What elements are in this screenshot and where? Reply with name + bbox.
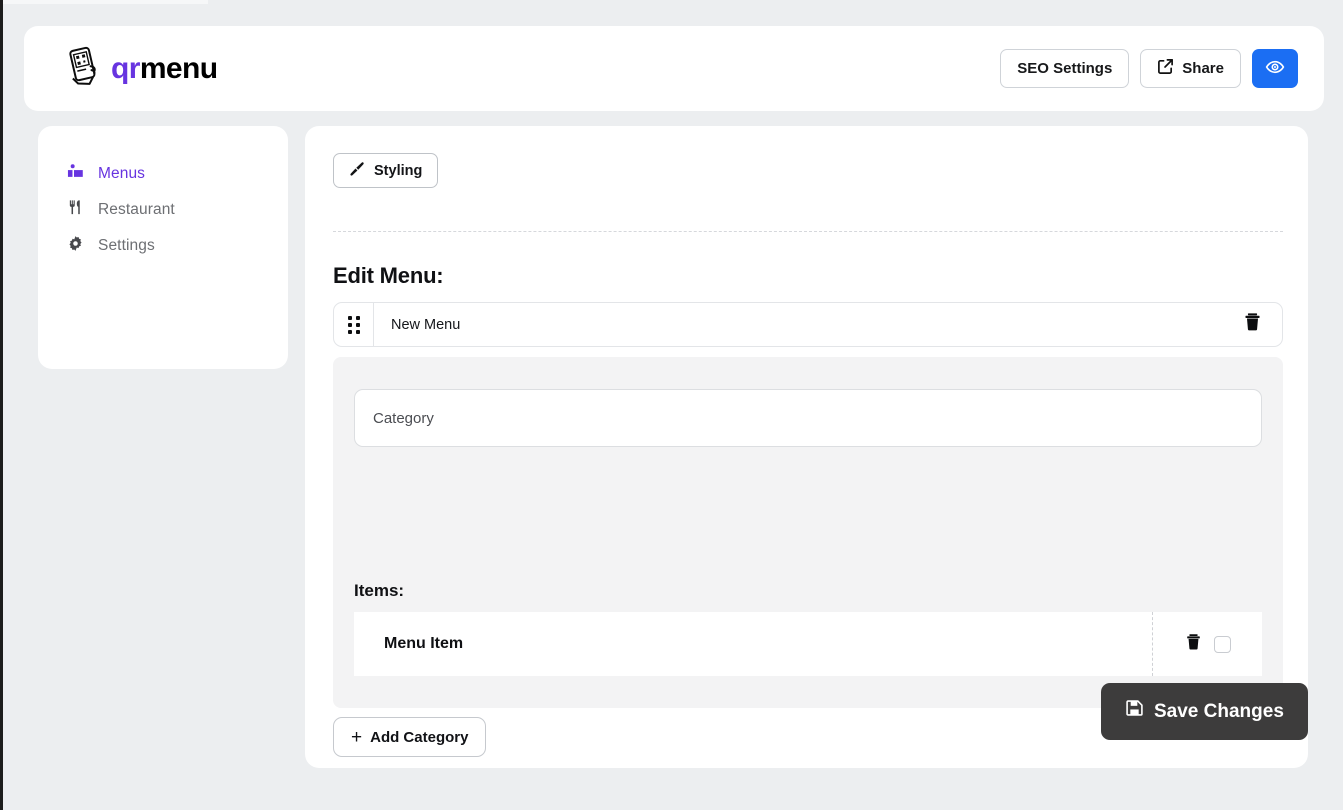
seo-settings-button[interactable]: SEO Settings — [1000, 49, 1130, 88]
trash-icon — [1243, 312, 1262, 337]
sidebar-item-settings[interactable]: Settings — [38, 228, 288, 264]
sidebar-item-menus[interactable]: Menus — [38, 156, 288, 192]
external-link-icon — [1157, 58, 1174, 79]
brand-menu: menu — [139, 51, 218, 85]
menu-item-actions — [1152, 612, 1262, 676]
add-category-label: Add Category — [370, 728, 469, 746]
items-label: Items: — [354, 581, 405, 600]
styling-button[interactable]: Styling — [333, 153, 439, 188]
window-left-edge — [0, 0, 3, 810]
category-panel: Items: Menu Item — [333, 357, 1283, 708]
menu-item-checkbox[interactable] — [1213, 635, 1231, 653]
gear-icon — [67, 235, 84, 257]
category-name-input[interactable] — [354, 389, 1262, 447]
brand[interactable]: qrmenu — [64, 46, 218, 92]
sidebar-item-label: Restaurant — [98, 201, 175, 218]
add-category-button[interactable]: + Add Category — [333, 717, 487, 757]
drag-handle-icon[interactable] — [334, 303, 374, 346]
sidebar-item-label: Menus — [98, 165, 146, 182]
preview-button[interactable] — [1252, 49, 1298, 88]
brand-text: qrmenu — [111, 51, 218, 85]
qr-phone-logo-icon — [64, 46, 102, 92]
trash-icon — [1185, 633, 1202, 656]
eye-icon — [1265, 57, 1285, 80]
seo-settings-label: SEO Settings — [1017, 60, 1113, 77]
save-changes-button[interactable]: Save Changes — [1101, 683, 1308, 740]
menu-row: New Menu — [333, 302, 1283, 347]
share-button[interactable]: Share — [1140, 49, 1241, 88]
page-title: Edit Menu: — [333, 263, 444, 288]
styling-label: Styling — [374, 162, 423, 179]
top-strip — [3, 0, 208, 4]
main-content-card: Styling Edit Menu: New Menu Items: Menu … — [305, 126, 1308, 768]
menu-item-row: Menu Item — [354, 612, 1262, 676]
sidebar: Menus Restaurant Settings — [38, 126, 288, 369]
book-users-icon — [67, 163, 84, 185]
header-actions: SEO Settings Share — [1000, 49, 1298, 88]
menu-item-name[interactable]: Menu Item — [354, 635, 1152, 653]
menu-name-input[interactable]: New Menu — [374, 317, 1243, 333]
share-label: Share — [1182, 60, 1224, 77]
brand-qr: qr — [111, 51, 140, 85]
paintbrush-icon — [349, 161, 365, 181]
sidebar-item-restaurant[interactable]: Restaurant — [38, 192, 288, 228]
delete-menu-item-button[interactable] — [1185, 633, 1202, 656]
sidebar-item-label: Settings — [98, 237, 155, 254]
section-divider — [333, 231, 1283, 232]
delete-menu-button[interactable] — [1243, 312, 1282, 337]
save-floppy-icon — [1125, 699, 1144, 724]
app-header: qrmenu SEO Settings Share — [24, 26, 1324, 111]
plus-icon: + — [351, 726, 363, 748]
fork-knife-icon — [67, 199, 84, 221]
save-changes-label: Save Changes — [1154, 700, 1284, 722]
